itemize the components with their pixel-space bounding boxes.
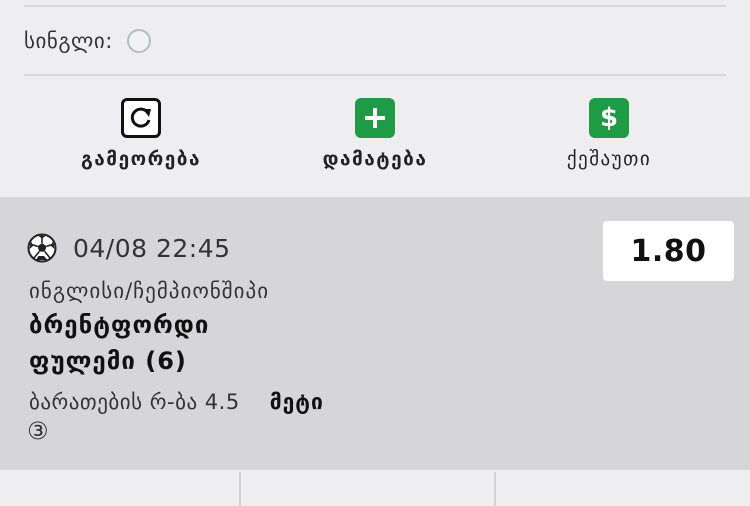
team-away: ფულემი (6) — [29, 347, 187, 375]
plus-icon — [355, 98, 395, 138]
bottom-separator — [494, 472, 496, 506]
selection-marker: ③ — [27, 417, 49, 445]
divider — [24, 74, 726, 76]
bottom-bar — [0, 470, 750, 506]
bottom-separator — [239, 472, 241, 506]
single-radio[interactable] — [126, 29, 151, 53]
repeat-button[interactable]: გამეორება — [41, 98, 241, 170]
cashout-label: ქეშაუთი — [566, 148, 652, 170]
refresh-icon — [121, 98, 161, 138]
league-name: ინგლისი/ჩემპიონშიპი — [29, 279, 270, 303]
odds-box[interactable]: 1.80 — [603, 221, 734, 281]
add-button[interactable]: დამატება — [275, 98, 475, 170]
dollar-icon: $ — [589, 98, 629, 138]
event-datetime-row: 04/08 22:45 — [27, 233, 231, 263]
action-bar: გამეორება დამატება $ ქეშაუთი — [0, 98, 750, 178]
add-label: დამატება — [322, 148, 428, 170]
single-label: სინგლი: — [24, 29, 113, 53]
market-row: ბარათების რ-ბა 4.5 მეტი — [29, 390, 324, 414]
event-datetime: 04/08 22:45 — [73, 233, 231, 263]
single-toggle-row: სინგლი: — [24, 26, 151, 56]
repeat-label: გამეორება — [80, 148, 202, 170]
bet-slip-controls: სინგლი: გამეორება დამატება $ ქეშაუთი — [0, 0, 750, 197]
soccer-ball-icon — [27, 233, 57, 263]
team-home: ბრენტფორდი — [29, 311, 210, 339]
divider — [24, 5, 726, 7]
cashout-button[interactable]: $ ქეშაუთი — [509, 98, 709, 170]
market-name: ბარათების რ-ბა 4.5 — [29, 390, 240, 414]
outcome-name: მეტი — [269, 390, 324, 414]
bet-card[interactable]: 04/08 22:45 1.80 ინგლისი/ჩემპიონშიპი ბრე… — [0, 197, 750, 470]
